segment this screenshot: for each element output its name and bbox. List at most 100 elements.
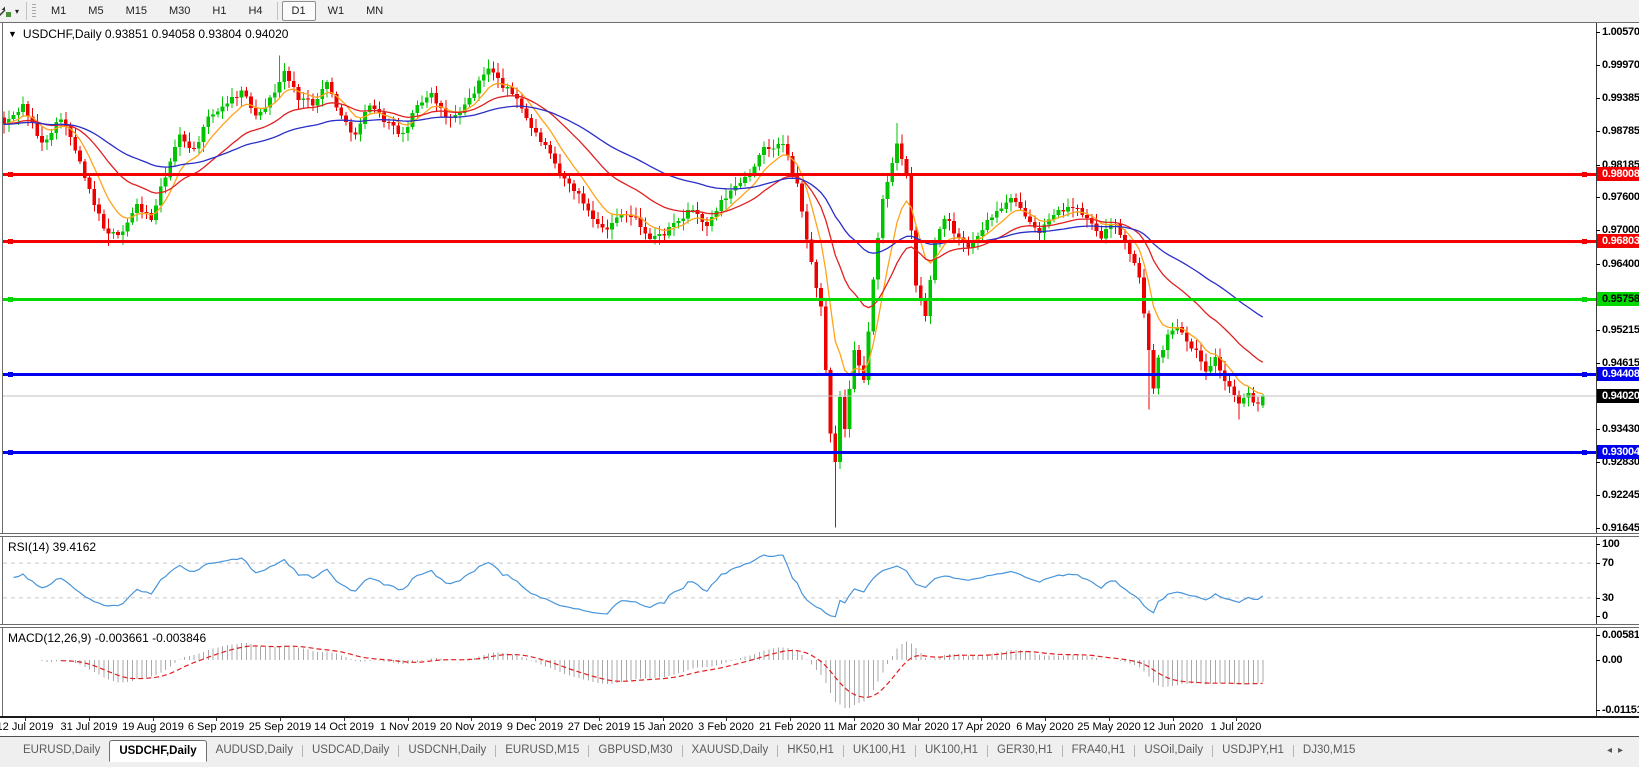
ma-fast-line [3, 82, 1263, 395]
trading-terminal: ▾ M1 M5 M15 M30 H1 H4 D1 W1 MN ▼ USDCHF,Daily 0.9… [0, 0, 1639, 767]
chart-bottom-border [0, 716, 1639, 718]
price-axis-tick-tick [1596, 528, 1600, 529]
timeframe-button-W1[interactable]: W1 [318, 1, 355, 21]
price-axis-tick: 0.98785 [1602, 125, 1639, 137]
date-axis-label: 25 Sep 2019 [248, 721, 312, 733]
line-handle-left[interactable] [8, 171, 13, 177]
rsi-axis-tick-tick [1596, 563, 1600, 564]
line-handle-right[interactable] [1582, 449, 1587, 455]
price-axis-tick: 0.95215 [1602, 324, 1639, 336]
price-axis-tick: 0.91645 [1602, 522, 1639, 534]
tab-USOil-Daily[interactable]: USOil,Daily [1135, 740, 1212, 762]
macd-axis-tick: 0.00 [1602, 654, 1623, 666]
macd-axis-tick-tick [1596, 710, 1600, 711]
macd-axis-tick: 0.005818 [1602, 629, 1639, 641]
date-axis-label: 20 Nov 2019 [439, 721, 503, 733]
horizontal-line-0.94408[interactable] [3, 371, 1596, 377]
tab-USDCAD-Daily[interactable]: USDCAD,Daily [303, 740, 398, 762]
price-axis-tick-tick [1596, 197, 1600, 198]
cursor-tool-button[interactable]: ▾ [0, 1, 23, 21]
line-handle-right[interactable] [1582, 371, 1587, 377]
candlestick-series [3, 55, 1265, 528]
date-axis-label: 17 Apr 2020 [951, 721, 1011, 733]
line-handle-right[interactable] [1582, 171, 1587, 177]
rsi-axis-tick-tick [1596, 598, 1600, 599]
tab-HK50-H1[interactable]: HK50,H1 [778, 740, 843, 762]
date-axis-label: 12 Jul 2019 [0, 721, 54, 733]
hline-price-label-0.96803: 0.96803 [1597, 234, 1639, 248]
date-axis-label: 3 Feb 2020 [698, 721, 754, 733]
macd-axis-tick: -0.011514 [1602, 704, 1639, 716]
tab-GBPUSD-M30[interactable]: GBPUSD,M30 [589, 740, 681, 762]
timeframe-button-H4[interactable]: H4 [238, 1, 272, 21]
timeframe-buttons: M1 M5 M15 M30 H1 H4 D1 W1 MN [40, 1, 394, 21]
timeframe-button-M30[interactable]: M30 [159, 1, 200, 21]
macd-label: MACD(12,26,9) -0.003661 -0.003846 [8, 631, 207, 645]
hline-price-label-0.93004: 0.93004 [1597, 445, 1639, 459]
line-handle-left[interactable] [8, 371, 13, 377]
date-axis-label: 27 Dec 2019 [567, 721, 631, 733]
tab-GER30-H1[interactable]: GER30,H1 [988, 740, 1062, 762]
tab-EURUSD-M15[interactable]: EURUSD,M15 [496, 740, 588, 762]
timeframe-button-M1[interactable]: M1 [41, 1, 76, 21]
tab-scroll-left-icon[interactable]: ◂ [1607, 745, 1618, 756]
timeframe-button-MN[interactable]: MN [356, 1, 393, 21]
ma-slow-line [3, 105, 1264, 318]
toolbar-separator [276, 2, 278, 20]
tab-EURUSD-Daily[interactable]: EURUSD,Daily [14, 740, 109, 762]
tab-scroll-right-icon[interactable]: ▸ [1618, 745, 1629, 756]
price-axis-tick-tick [1596, 165, 1600, 166]
rsi-axis-tick: 30 [1602, 592, 1614, 604]
price-axis-tick-tick [1596, 495, 1600, 496]
collapse-icon[interactable]: ▼ [8, 29, 17, 39]
price-axis-tick-tick [1596, 98, 1600, 99]
price-axis-tick: 0.99970 [1602, 59, 1639, 71]
tab-USDCHF-Daily[interactable]: USDCHF,Daily [109, 740, 207, 762]
date-axis-label: 31 Jul 2019 [60, 721, 118, 733]
timeframe-button-M5[interactable]: M5 [78, 1, 113, 21]
horizontal-line-0.98008[interactable] [3, 171, 1596, 177]
tab-UK100-H1[interactable]: UK100,H1 [844, 740, 915, 762]
rsi-axis-tick-tick [1596, 544, 1600, 545]
price-axis-tick: 0.97600 [1602, 191, 1639, 203]
tab-UK100-H1[interactable]: UK100,H1 [916, 740, 987, 762]
price-axis-tick-tick [1596, 462, 1600, 463]
price-axis-tick: 1.00570 [1602, 26, 1639, 38]
chart-tab-bar: EURUSD,Daily USDCHF,Daily AUDUSD,Daily USDC… [0, 736, 1639, 767]
line-handle-left[interactable] [8, 296, 13, 302]
tab-USDJPY-H1[interactable]: USDJPY,H1 [1213, 740, 1293, 762]
rsi-axis-tick: 0 [1602, 610, 1608, 622]
horizontal-line-0.95758[interactable] [3, 296, 1596, 302]
current-price-label: 0.94020 [1597, 389, 1639, 403]
price-axis-tick-tick [1596, 363, 1600, 364]
tab-DJ30-M15[interactable]: DJ30,M15 [1294, 740, 1364, 762]
macd-axis-tick-tick [1596, 635, 1600, 636]
tab-AUDUSD-Daily[interactable]: AUDUSD,Daily [207, 740, 302, 762]
timeframe-button-M15[interactable]: M15 [116, 1, 157, 21]
line-handle-right[interactable] [1582, 296, 1587, 302]
timeframe-button-H1[interactable]: H1 [202, 1, 236, 21]
price-axis-tick: 0.93430 [1602, 423, 1639, 435]
line-handle-left[interactable] [8, 238, 13, 244]
rsi-axis-tick: 100 [1602, 538, 1620, 550]
price-axis-tick-tick [1596, 65, 1600, 66]
rsi-axis-tick: 70 [1602, 557, 1614, 569]
chart-title: ▼ USDCHF,Daily 0.93851 0.94058 0.93804 0.… [8, 27, 288, 41]
price-axis-tick: 0.99385 [1602, 92, 1639, 104]
price-axis-tick-tick [1596, 230, 1600, 231]
line-handle-left[interactable] [8, 449, 13, 455]
horizontal-line-0.96803[interactable] [3, 238, 1596, 244]
price-axis-tick: 0.92245 [1602, 489, 1639, 501]
date-axis-label: 6 Sep 2019 [187, 721, 245, 733]
timeframe-button-D1[interactable]: D1 [281, 1, 316, 21]
tab-USDCNH-Daily[interactable]: USDCNH,Daily [399, 740, 495, 762]
horizontal-line-0.93004[interactable] [3, 449, 1596, 455]
main-price-chart [3, 23, 1596, 533]
tab-FRA40-H1[interactable]: FRA40,H1 [1063, 740, 1135, 762]
line-handle-right[interactable] [1582, 238, 1587, 244]
toolbar-grip[interactable] [32, 3, 37, 19]
rsi-indicator-panel [3, 537, 1596, 624]
tab-XAUUSD-Daily[interactable]: XAUUSD,Daily [683, 740, 778, 762]
date-axis-label: 14 Oct 2019 [314, 721, 374, 733]
price-axis-tick-tick [1596, 429, 1600, 430]
